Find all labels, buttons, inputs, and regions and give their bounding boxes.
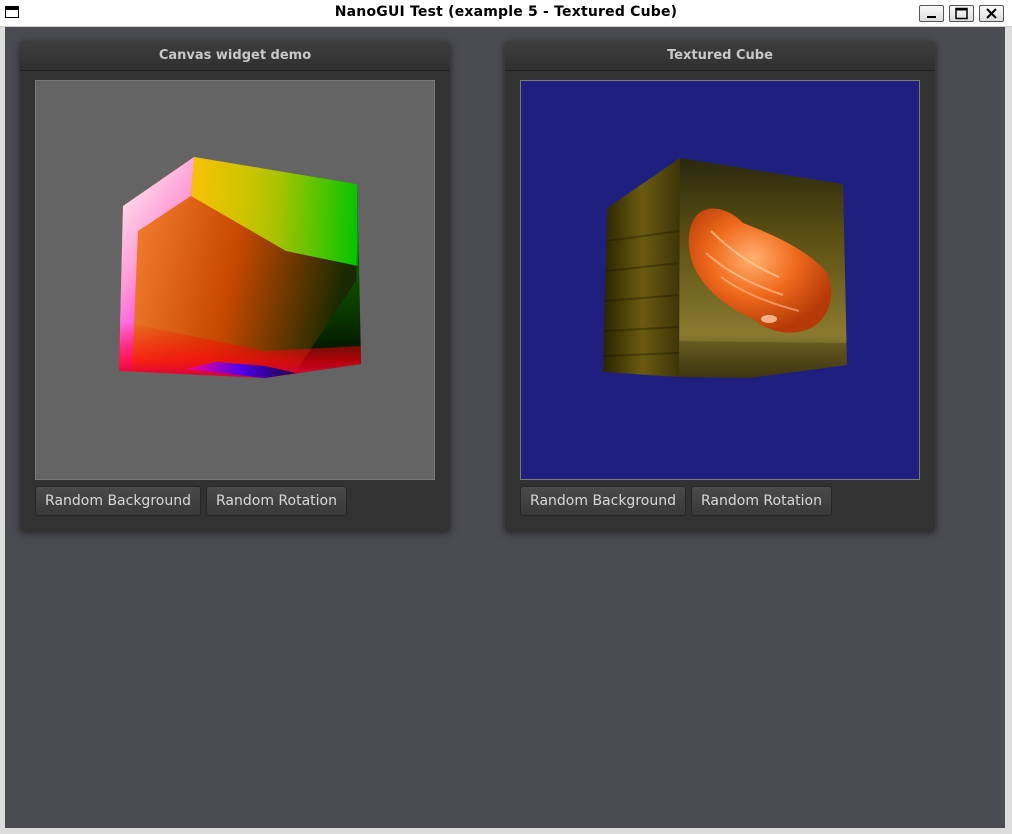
canvas-demo-window[interactable]: Canvas widget demo Random Background Ran…: [20, 41, 450, 531]
random-background-button[interactable]: Random Background: [35, 486, 201, 516]
window-title: NanoGUI Test (example 5 - Textured Cube): [334, 4, 678, 20]
color-cube-scene: [36, 81, 434, 479]
random-rotation-button[interactable]: Random Rotation: [206, 486, 347, 516]
minimize-button[interactable]: [919, 5, 944, 22]
maximize-button[interactable]: [949, 5, 974, 22]
close-button[interactable]: [979, 5, 1004, 22]
textured-cube-canvas[interactable]: [520, 80, 920, 480]
minimize-icon: [927, 16, 936, 18]
color-cube-canvas[interactable]: [35, 80, 435, 480]
random-background-button[interactable]: Random Background: [520, 486, 686, 516]
random-rotation-button[interactable]: Random Rotation: [691, 486, 832, 516]
rgb-cube: [119, 157, 361, 378]
title-bar[interactable]: NanoGUI Test (example 5 - Textured Cube): [0, 0, 1012, 27]
textured-cube-scene: [521, 81, 919, 479]
maximize-icon: [955, 7, 968, 20]
canvas-demo-window-title: Canvas widget demo: [20, 41, 450, 71]
textured-cube-window[interactable]: Textured Cube Random Background Random R…: [505, 41, 935, 531]
textured-cube: [603, 158, 847, 378]
app-client-area: Canvas widget demo Random Background Ran…: [5, 27, 1005, 828]
textured-cube-window-title: Textured Cube: [505, 41, 935, 71]
close-icon: [986, 8, 997, 19]
